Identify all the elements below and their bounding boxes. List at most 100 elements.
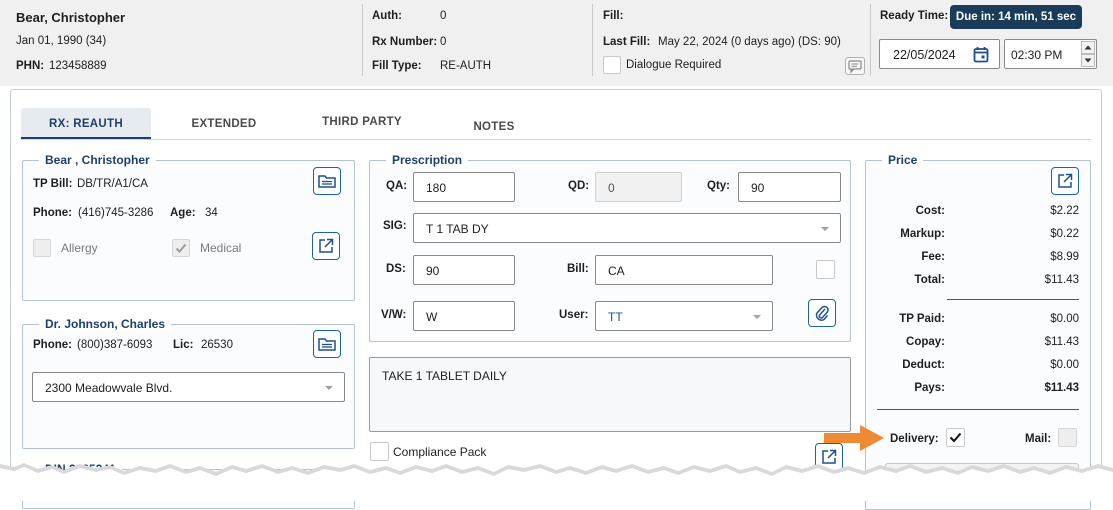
- allergy-checkbox[interactable]: [33, 239, 51, 257]
- rx-number-label: Rx Number:: [372, 36, 438, 48]
- checkmark-icon: [949, 432, 962, 443]
- patient-card-button[interactable]: [313, 167, 341, 195]
- qd-input[interactable]: 0: [595, 172, 682, 202]
- tab-third-party[interactable]: THIRD PARTY: [298, 106, 426, 137]
- calendar-icon[interactable]: [973, 46, 989, 66]
- last-fill-value: May 22, 2024 (0 days ago) (DS: 90): [658, 36, 841, 48]
- bill-label: Bill:: [567, 263, 589, 275]
- user-label: User:: [559, 309, 589, 321]
- attach-button[interactable]: [808, 299, 836, 327]
- price-open-button[interactable]: [1051, 167, 1079, 195]
- tp-paid-value: $0.00: [1050, 313, 1079, 325]
- user-select[interactable]: TT: [595, 301, 773, 331]
- ds-input[interactable]: 90: [413, 255, 515, 285]
- price-divider: [877, 409, 1079, 410]
- fill-type-label: Fill Type:: [372, 60, 422, 72]
- deduct-label: Deduct:: [902, 359, 945, 371]
- folder-icon: [318, 338, 336, 351]
- doctor-phone-value: (800)387-6093: [77, 339, 153, 351]
- prescription-panel-title: Prescription: [386, 153, 469, 167]
- vw-label: V/W:: [381, 309, 407, 321]
- fill-label: Fill:: [603, 10, 624, 22]
- fee-label: Fee:: [921, 251, 945, 263]
- auth-label: Auth:: [372, 10, 403, 22]
- medical-label: Medical: [200, 241, 242, 255]
- bill-input[interactable]: CA: [595, 255, 773, 285]
- time-up-icon[interactable]: [1081, 41, 1095, 54]
- chat-icon[interactable]: [845, 57, 865, 75]
- ready-date-value: 22/05/2024: [893, 48, 956, 62]
- price-divider: [947, 299, 1079, 300]
- doctor-card-button[interactable]: [313, 330, 341, 358]
- external-link-icon: [1058, 173, 1073, 188]
- qty-label: Qty:: [707, 180, 730, 192]
- fill-type-value: RE-AUTH: [440, 60, 492, 72]
- age-value: 34: [205, 207, 218, 219]
- qa-label: QA:: [386, 180, 408, 192]
- fee-value: $8.99: [1050, 251, 1079, 263]
- allergy-label: Allergy: [61, 241, 98, 255]
- tp-bill-value: DB/TR/A1/CA: [77, 178, 148, 190]
- bill-checkbox[interactable]: [816, 260, 835, 279]
- tab-extended[interactable]: EXTENDED: [160, 108, 288, 139]
- phn-label: PHN:: [16, 60, 45, 72]
- copay-label: Copay:: [906, 336, 945, 348]
- arrow-icon: [824, 425, 884, 451]
- mail-checkbox[interactable]: [1058, 428, 1077, 447]
- header-divider: [362, 4, 363, 76]
- patient-name: Bear, Christopher: [16, 10, 126, 25]
- sig-label: SIG:: [383, 220, 407, 232]
- deduct-value: $0.00: [1050, 359, 1079, 371]
- mail-label: Mail:: [1025, 433, 1052, 445]
- pays-label: Pays:: [914, 382, 945, 394]
- price-panel-title: Price: [882, 153, 924, 167]
- sig-value: T 1 TAB DY: [426, 222, 489, 236]
- phn-value: 123458889: [49, 60, 107, 72]
- doctor-phone-label: Phone:: [33, 339, 72, 351]
- delivery-checkbox[interactable]: [946, 428, 965, 447]
- last-fill-label: Last Fill:: [603, 36, 651, 48]
- header-divider: [870, 4, 871, 76]
- external-link-icon: [319, 238, 334, 253]
- ready-time-label: Ready Time:: [880, 10, 949, 22]
- ready-time-input[interactable]: 02:30 PM: [1004, 39, 1097, 69]
- checkmark-icon: [175, 243, 187, 253]
- tp-paid-label: TP Paid:: [899, 313, 945, 325]
- rx-number-value: 0: [440, 36, 447, 48]
- user-value: TT: [608, 310, 623, 324]
- pays-value: $11.43: [1044, 382, 1079, 394]
- doctor-panel-title: Dr. Johnson, Charles: [39, 317, 172, 331]
- patient-open-button[interactable]: [312, 232, 340, 260]
- patient-phone-label: Phone:: [33, 207, 72, 219]
- total-label: Total:: [914, 274, 945, 286]
- folder-icon: [318, 175, 336, 188]
- ready-time-value: 02:30 PM: [1011, 48, 1063, 62]
- auth-value: 0: [440, 10, 447, 22]
- sig-select[interactable]: T 1 TAB DY: [413, 213, 841, 243]
- vw-input[interactable]: W: [413, 301, 515, 331]
- due-badge: Due in: 14 min, 51 sec: [950, 5, 1082, 29]
- medical-checkbox[interactable]: [172, 239, 190, 257]
- dialogue-required-checkbox[interactable]: [603, 56, 621, 74]
- cost-label: Cost:: [915, 205, 945, 217]
- sig-text-area[interactable]: TAKE 1 TABLET DAILY: [369, 357, 851, 432]
- tab-rx-reauth[interactable]: RX: REAUTH: [21, 108, 151, 139]
- patient-dob: Jan 01, 1990 (34): [16, 35, 107, 47]
- header-divider: [592, 4, 593, 76]
- tab-notes[interactable]: NOTES: [430, 111, 558, 142]
- address-select[interactable]: 2300 Meadowvale Blvd.: [32, 372, 345, 402]
- copay-value: $11.43: [1044, 336, 1079, 348]
- time-down-icon[interactable]: [1081, 54, 1095, 67]
- total-value: $11.43: [1044, 274, 1079, 286]
- patient-panel-title: Bear , Christopher: [39, 153, 156, 167]
- lic-label: Lic:: [173, 339, 194, 351]
- qa-input[interactable]: 180: [413, 172, 515, 202]
- address-value: 2300 Meadowvale Blvd.: [45, 381, 173, 395]
- chevron-down-icon: [753, 315, 761, 319]
- ready-date-input[interactable]: 22/05/2024: [879, 39, 1000, 69]
- dialogue-required-label: Dialogue Required: [626, 59, 722, 71]
- qd-label: QD:: [568, 180, 590, 192]
- markup-label: Markup:: [900, 228, 945, 240]
- qty-input[interactable]: 90: [738, 172, 841, 202]
- paperclip-icon: [815, 305, 829, 321]
